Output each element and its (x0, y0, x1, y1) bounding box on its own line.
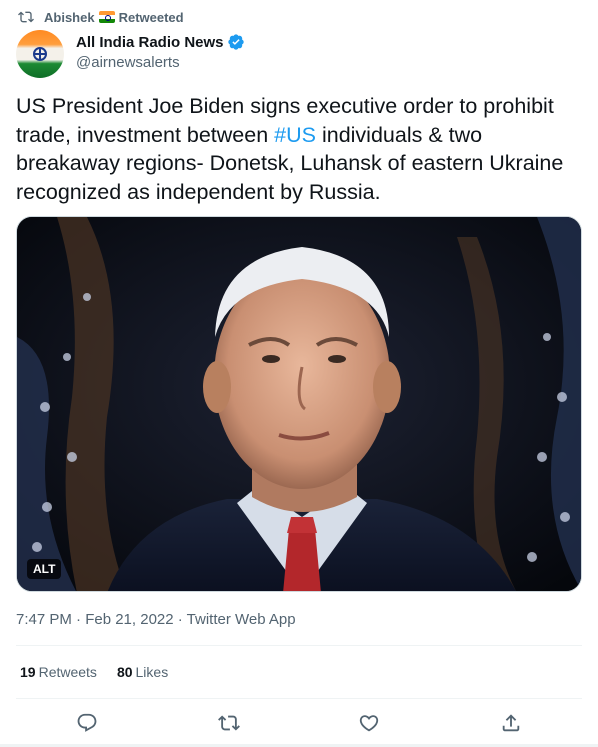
tweet-photo[interactable]: ALT (16, 216, 582, 592)
retweets-label: Retweets (38, 664, 97, 680)
likes-label: Likes (135, 664, 169, 680)
photo-image (17, 217, 581, 591)
tweet-timestamp[interactable]: 7:47 PM · Feb 21, 2022 · Twitter Web App (16, 611, 296, 628)
author-name-row[interactable]: All India Radio News (76, 32, 245, 52)
hashtag-link[interactable]: #US (274, 123, 316, 147)
retweet-icon (18, 11, 34, 23)
flag-india-icon (98, 11, 115, 23)
author-block: All India Radio News @airnewsalerts (76, 32, 245, 71)
ashoka-chakra-icon (33, 47, 47, 61)
tweet-text: US President Joe Biden signs executive o… (16, 92, 582, 206)
verified-badge-icon (227, 34, 244, 50)
likes-count: 80 (116, 664, 133, 680)
action-bar (16, 708, 582, 738)
tweet: Abishek Retweeted All India Radio News @… (0, 0, 598, 747)
retweeted-label: Retweeted (118, 9, 184, 25)
divider (16, 698, 582, 699)
retweets-stat[interactable]: 19 Retweets (20, 664, 97, 680)
retweet-context: Abishek Retweeted (18, 8, 184, 26)
alt-badge[interactable]: ALT (27, 559, 62, 579)
retweeter-name[interactable]: Abishek (44, 10, 95, 25)
retweet-icon[interactable] (218, 712, 240, 734)
likes-stat[interactable]: 80 Likes (117, 664, 168, 680)
avatar[interactable] (16, 30, 64, 78)
share-icon[interactable] (500, 712, 522, 734)
author-name[interactable]: All India Radio News (76, 34, 224, 51)
divider (16, 645, 582, 646)
retweets-count: 19 (20, 664, 36, 680)
tweet-stats: 19 Retweets 80 Likes (20, 664, 168, 680)
reply-icon[interactable] (76, 712, 98, 734)
author-handle[interactable]: @airnewsalerts (76, 54, 245, 71)
like-icon[interactable] (358, 712, 380, 734)
